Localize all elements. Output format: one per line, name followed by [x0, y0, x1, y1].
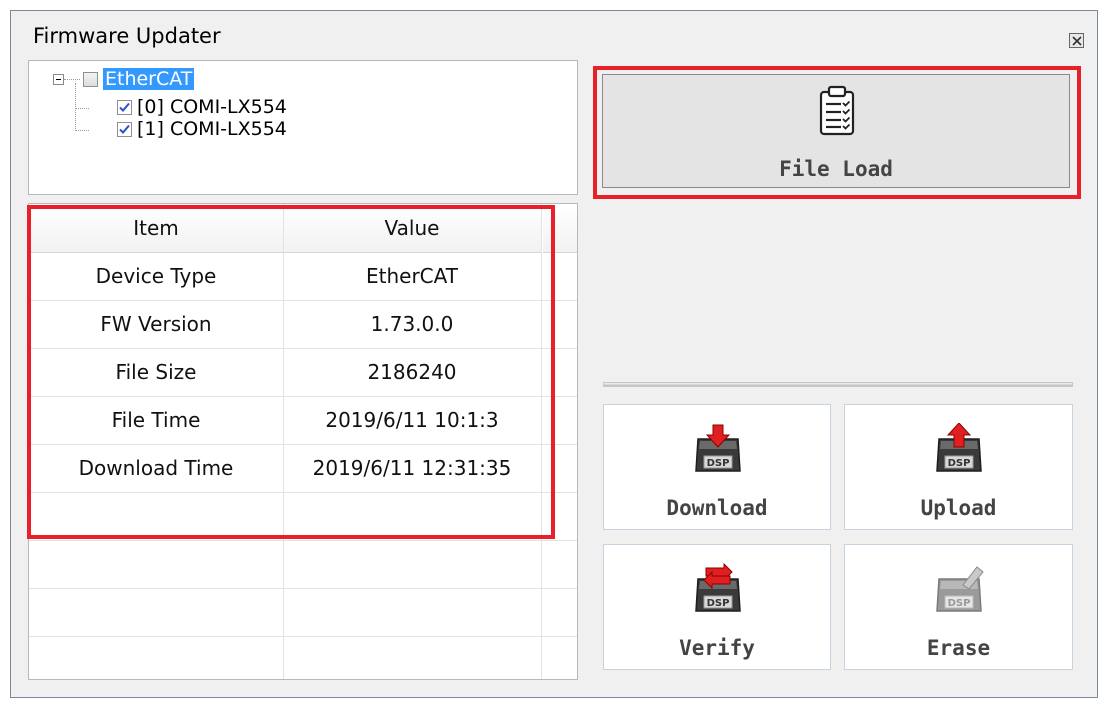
close-button[interactable]	[1069, 33, 1084, 48]
tree-root-label: EtherCAT	[103, 68, 195, 90]
dsp-verify-icon: DSP	[695, 563, 741, 612]
grid-header-item[interactable]: Item	[29, 204, 283, 252]
grid-row-line	[29, 492, 577, 493]
grid-cell-value: 1.73.0.0	[370, 312, 454, 336]
tree-child-1-checkbox[interactable]	[117, 122, 132, 137]
download-button[interactable]: DSP Download	[603, 404, 831, 530]
upload-label: Upload	[920, 496, 997, 520]
grid-cell-item: File Time	[111, 408, 201, 432]
tree-child-0[interactable]: [0] COMI-LX554	[137, 96, 287, 118]
grid-cell-item: Download Time	[78, 456, 234, 480]
dsp-download-icon: DSP	[695, 424, 741, 472]
dsp-upload-icon: DSP	[936, 423, 982, 472]
grid-header-value[interactable]: Value	[283, 204, 541, 252]
device-tree: EtherCAT [0] COMI-LX554 [1] COMI-LX554	[28, 60, 578, 195]
grid-row-line	[29, 636, 577, 637]
verify-button[interactable]: DSP Verify	[603, 544, 831, 670]
verify-label: Verify	[679, 636, 755, 660]
tree-child-0-label: [0] COMI-LX554	[137, 96, 287, 118]
tree-child-1[interactable]: [1] COMI-LX554	[137, 118, 287, 140]
file-load-label: File Load	[779, 157, 893, 181]
tree-connector	[64, 79, 80, 80]
clipboard-checklist-icon	[819, 85, 855, 136]
grid-row-line	[29, 588, 577, 589]
file-load-button[interactable]: File Load	[602, 74, 1070, 188]
tree-child-0-checkbox[interactable]	[117, 100, 132, 115]
grid-header-filler	[543, 204, 577, 253]
grid-cell-item: Device Type	[95, 264, 217, 288]
firmware-info-grid: Item Value Device Type EtherCAT FW Versi…	[28, 203, 578, 680]
erase-label: Erase	[926, 636, 991, 660]
grid-cell-value: 2019/6/11 12:31:35	[312, 456, 512, 480]
tree-connector	[75, 108, 89, 109]
grid-row-line	[29, 540, 577, 541]
tree-root-item[interactable]: EtherCAT	[103, 68, 195, 90]
tree-root-checkbox[interactable]	[83, 72, 98, 87]
download-label: Download	[666, 496, 768, 520]
grid-cell-value: 2186240	[367, 360, 457, 384]
tree-connector	[75, 83, 76, 129]
dsp-badge: DSP	[707, 458, 730, 469]
dsp-badge: DSP	[948, 598, 971, 609]
grid-cell-value: 2019/6/11 10:1:3	[325, 408, 499, 432]
dsp-erase-icon: DSP	[936, 566, 984, 612]
title-bar: Firmware Updater	[11, 11, 1097, 61]
progress-bar	[603, 382, 1073, 387]
grid-cell-item: FW Version	[100, 312, 212, 336]
dsp-badge: DSP	[948, 458, 971, 469]
tree-child-1-label: [1] COMI-LX554	[137, 118, 287, 140]
tree-collapse-toggle[interactable]	[53, 74, 64, 85]
tree-connector	[75, 130, 89, 131]
grid-cell-value: EtherCAT	[366, 264, 458, 288]
erase-button[interactable]: DSP Erase	[844, 544, 1073, 670]
window-title: Firmware Updater	[33, 24, 221, 48]
grid-column-divider	[541, 204, 542, 679]
upload-button[interactable]: DSP Upload	[844, 404, 1073, 530]
check-icon	[119, 102, 130, 112]
close-icon	[1072, 36, 1082, 46]
grid-cell-item: File Size	[115, 360, 197, 384]
dsp-badge: DSP	[707, 598, 730, 609]
check-icon	[119, 124, 130, 134]
